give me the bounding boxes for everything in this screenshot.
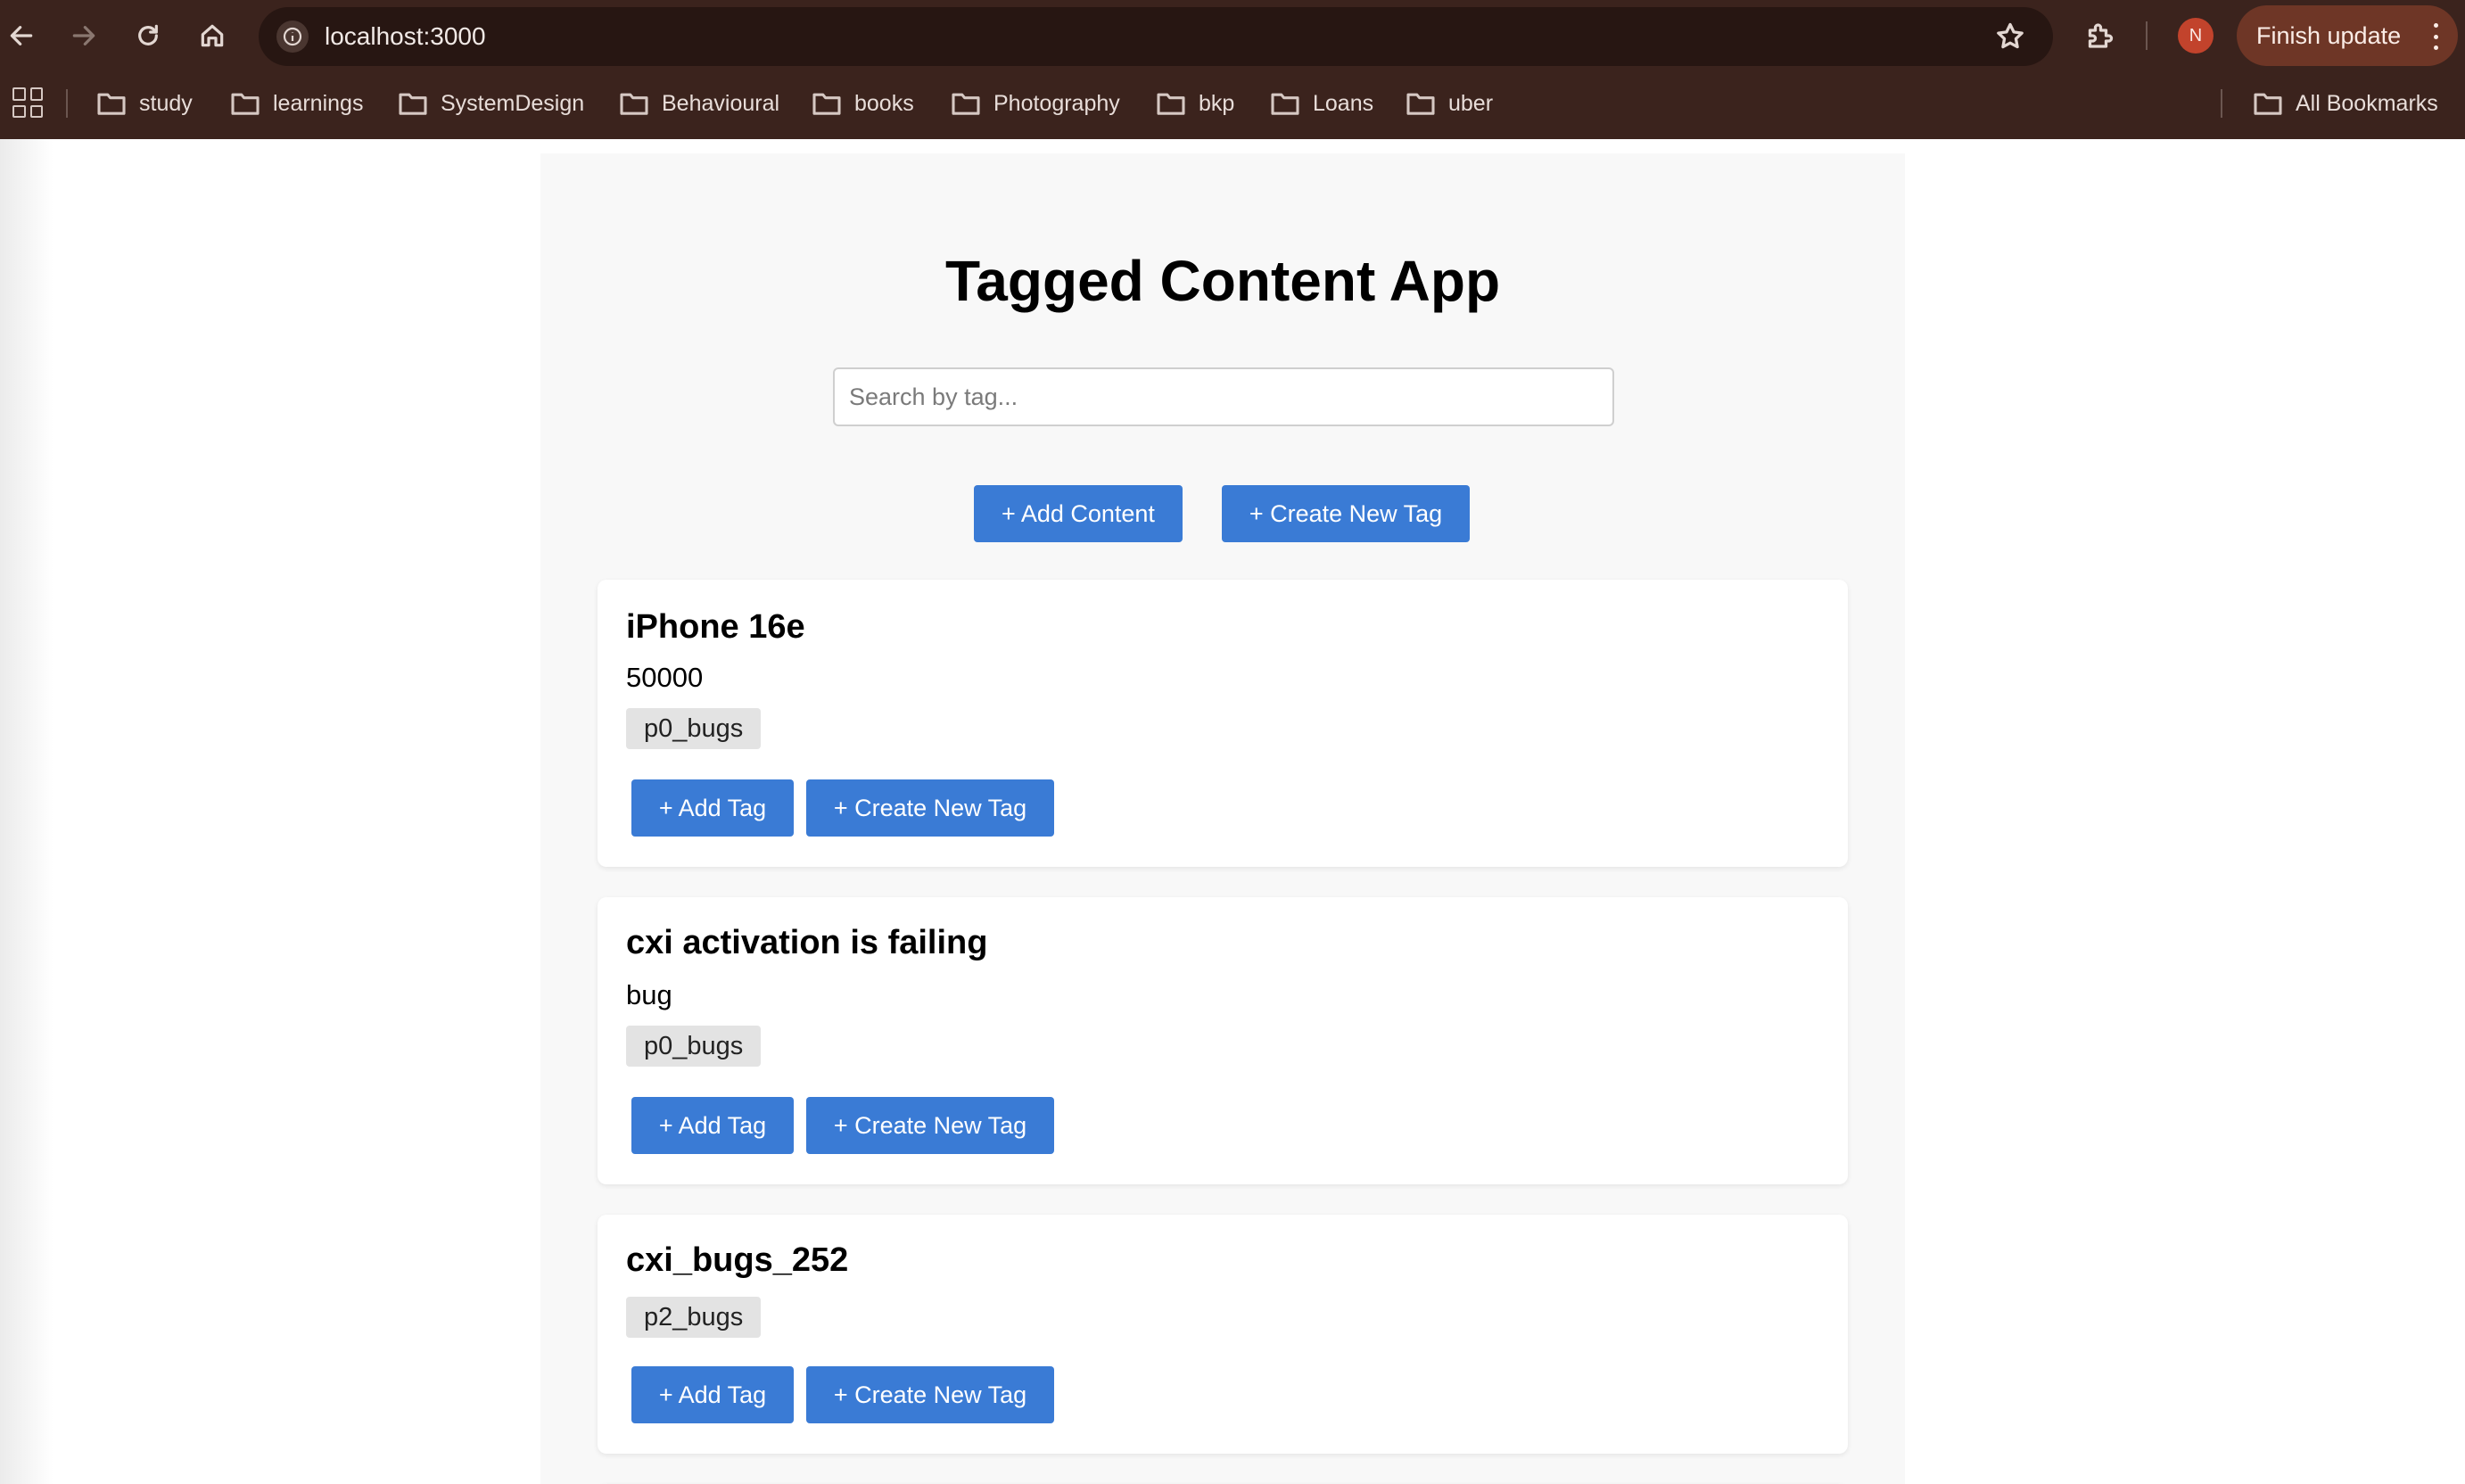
add-tag-button[interactable]: + Add Tag (631, 1097, 794, 1154)
reload-button[interactable] (127, 14, 169, 57)
bookmarks-bar: study learnings SystemDesign Behavioural… (0, 71, 2465, 139)
bookmark-bkp[interactable]: bkp (1156, 86, 1234, 121)
card-create-new-tag-button[interactable]: + Create New Tag (806, 1097, 1054, 1154)
content-title: cxi activation is failing (626, 924, 988, 961)
bookmarks-divider (66, 89, 68, 118)
toolbar-divider (2146, 21, 2148, 50)
bookmarks-divider-right (2221, 89, 2222, 118)
bookmark-label: uber (1448, 90, 1494, 116)
bookmark-books[interactable]: books (812, 86, 914, 121)
bookmark-photography[interactable]: Photography (951, 86, 1120, 121)
profile-avatar[interactable]: N (2178, 18, 2214, 54)
bookmark-systemdesign[interactable]: SystemDesign (398, 86, 584, 121)
folder-icon (231, 93, 260, 115)
browser-toolbar: localhost:3000 N Finish update (0, 0, 2465, 71)
page-title: Tagged Content App (944, 249, 1501, 313)
tag-chip[interactable]: p0_bugs (626, 708, 762, 749)
tag-chip[interactable]: p2_bugs (626, 1297, 762, 1338)
url-text[interactable]: localhost:3000 (325, 7, 486, 66)
content-card: iPhone 16e 50000 p0_bugs + Add Tag + Cre… (598, 580, 1848, 867)
content-card: cxi_bugs_252 p2_bugs + Add Tag + Create … (598, 1215, 1848, 1454)
bookmark-learnings[interactable]: learnings (230, 86, 363, 121)
add-content-button[interactable]: + Add Content (974, 485, 1183, 542)
bookmark-star-icon[interactable] (1994, 21, 2026, 53)
all-bookmarks-label: All Bookmarks (2296, 90, 2438, 116)
home-icon (201, 24, 224, 47)
folder-icon (620, 93, 648, 115)
folder-icon (952, 93, 980, 115)
bookmark-label: learnings (273, 90, 364, 116)
folder-icon (812, 93, 841, 115)
address-bar[interactable]: localhost:3000 (259, 7, 2053, 66)
content-title: cxi_bugs_252 (626, 1241, 849, 1279)
bookmark-loans[interactable]: Loans (1270, 86, 1373, 121)
bookmark-label: bkp (1199, 90, 1235, 116)
reload-icon (138, 24, 158, 45)
content-card: cxi activation is failing bug p0_bugs + … (598, 897, 1848, 1184)
forward-button[interactable] (62, 14, 105, 57)
home-button[interactable] (191, 14, 234, 57)
folder-icon (97, 93, 126, 115)
page-viewport: Tagged Content App + Add Content + Creat… (0, 139, 2465, 1484)
folder-icon (1406, 93, 1435, 115)
all-bookmarks-button[interactable]: All Bookmarks (2253, 86, 2438, 121)
bookmark-label: Behavioural (662, 90, 780, 116)
create-new-tag-button[interactable]: + Create New Tag (1222, 485, 1470, 542)
bookmark-uber[interactable]: uber (1406, 86, 1493, 121)
folder-icon (2254, 93, 2282, 115)
more-menu-icon (2433, 23, 2438, 50)
back-button[interactable] (0, 14, 43, 57)
bookmark-label: Photography (993, 90, 1120, 116)
card-create-new-tag-button[interactable]: + Create New Tag (806, 1366, 1054, 1423)
folder-icon (1157, 93, 1185, 115)
bookmark-label: study (139, 90, 193, 116)
card-create-new-tag-button[interactable]: + Create New Tag (806, 779, 1054, 837)
back-arrow-icon (10, 26, 33, 45)
folder-icon (399, 93, 427, 115)
tag-chip[interactable]: p0_bugs (626, 1026, 762, 1067)
bookmark-label: SystemDesign (441, 90, 585, 116)
add-tag-button[interactable]: + Add Tag (631, 1366, 794, 1423)
bookmark-label: books (854, 90, 914, 116)
content-title: iPhone 16e (626, 608, 805, 646)
bookmark-label: Loans (1313, 90, 1374, 116)
content-description: 50000 (626, 662, 704, 693)
bookmark-behavioural[interactable]: Behavioural (619, 86, 779, 121)
site-info-icon[interactable] (276, 21, 309, 53)
apps-grid-icon[interactable] (12, 87, 43, 118)
side-panel-shadow (0, 139, 54, 1484)
content-description: bug (626, 979, 672, 1010)
forward-arrow-icon (72, 26, 95, 45)
app-container: Tagged Content App + Add Content + Creat… (540, 153, 1905, 1484)
folder-icon (1271, 93, 1299, 115)
search-input[interactable] (833, 367, 1614, 426)
finish-update-button[interactable]: Finish update (2237, 5, 2458, 66)
bookmark-study[interactable]: study (96, 86, 193, 121)
finish-update-label: Finish update (2256, 21, 2402, 49)
extensions-icon[interactable] (2083, 20, 2115, 52)
add-tag-button[interactable]: + Add Tag (631, 779, 794, 837)
